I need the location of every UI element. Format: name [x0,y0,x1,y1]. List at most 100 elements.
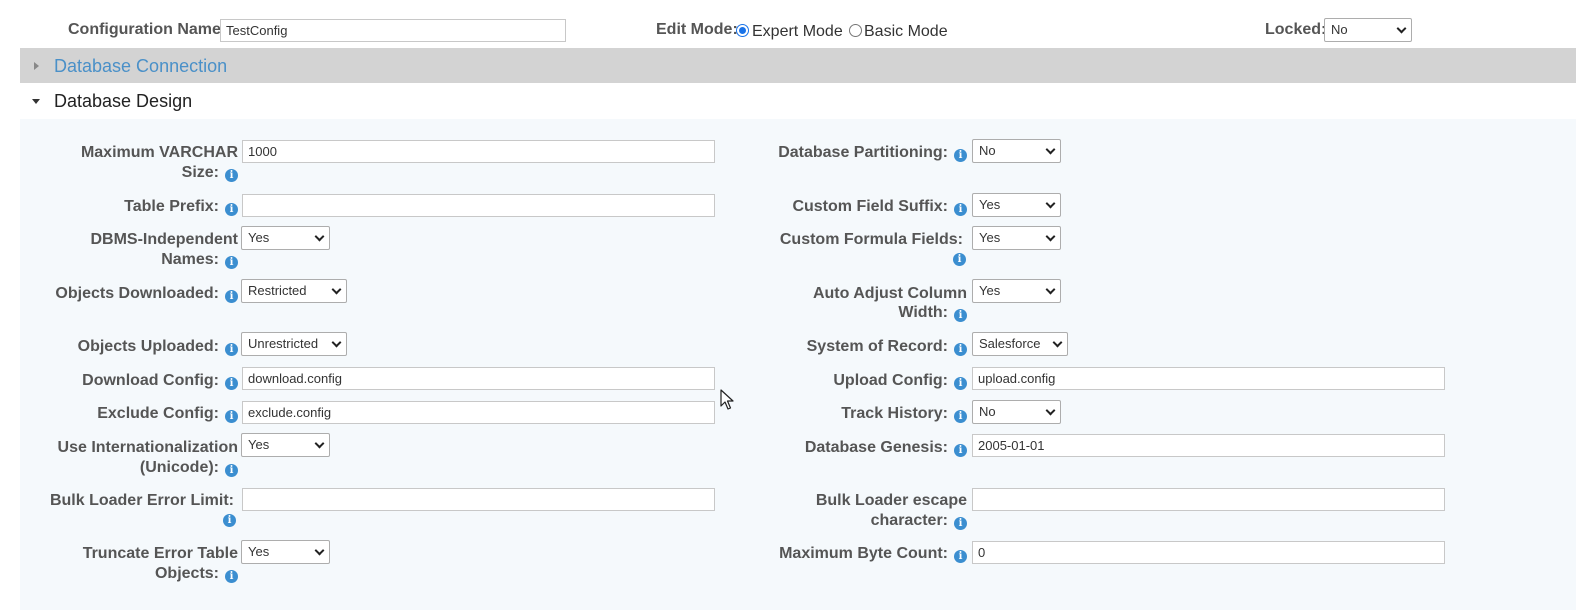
dbms-names-label: DBMS-Independent [90,230,238,250]
info-icon[interactable]: i [954,309,967,322]
bulk-error-limit-label-text: Bulk Loader Error Limit: [49,492,234,509]
section-database-connection-title[interactable]: Database Connection [54,56,227,77]
custom-formula-select[interactable]: Yes [972,226,1061,250]
dbms-names-label-line2-wrap: Names: i [161,250,238,270]
locked-select-value: No [1331,22,1348,37]
custom-field-suffix-label-text: Custom Field Suffix: [792,198,948,215]
internationalization-select-value: Yes [248,437,270,452]
config-name-input[interactable]: TestConfig [220,19,566,42]
upload-config-label-text: Upload Config: [833,372,948,389]
objects-uploaded-select[interactable]: Unrestricted [241,332,347,356]
expert-mode-label[interactable]: Expert Mode [752,23,843,41]
bulk-escape-input[interactable] [972,488,1445,511]
truncate-error-label-line2-wrap: Objects: i [155,564,238,584]
basic-mode-radio[interactable] [849,24,862,37]
section-database-design-title[interactable]: Database Design [54,91,192,112]
info-icon[interactable]: i [954,149,967,162]
info-icon[interactable]: i [954,343,967,356]
db-genesis-label-text: Database Genesis: [804,439,948,456]
edit-mode-label: Edit Mode: [656,21,738,38]
max-byte-count-label-text: Maximum Byte Count: [779,545,948,562]
section-database-design[interactable]: Database Design [20,83,1576,119]
info-icon[interactable]: i [225,343,238,356]
info-icon[interactable]: i [225,256,238,269]
bulk-error-limit-input[interactable] [242,488,715,511]
info-icon[interactable]: i [954,377,967,390]
info-icon[interactable]: i [225,410,238,423]
caret-right-icon [34,62,39,70]
track-history-select[interactable]: No [972,400,1061,424]
chevron-down-icon [331,337,342,348]
system-of-record-select-value: Salesforce [979,336,1041,351]
db-partitioning-select[interactable]: No [972,139,1061,163]
custom-formula-label: Custom Formula Fields: [780,230,963,250]
table-prefix-label-text: Table Prefix: [124,198,219,215]
auto-adjust-select[interactable]: Yes [972,279,1061,303]
locked-select[interactable]: No [1324,18,1412,42]
section-database-connection[interactable]: Database Connection [20,48,1576,83]
info-icon[interactable]: i [953,253,966,266]
table-prefix-input[interactable] [242,194,715,217]
internationalization-label-line2-wrap: (Unicode): i [140,458,238,478]
system-of-record-label-text: System of Record: [806,338,948,355]
download-config-input[interactable]: download.config [242,367,715,390]
max-varchar-input[interactable]: 1000 [242,140,715,163]
info-icon[interactable]: i [954,444,967,457]
chevron-down-icon [331,284,342,295]
info-icon[interactable]: i [225,464,238,477]
internationalization-label-line1: Use Internationalization [57,439,238,456]
info-icon[interactable]: i [954,517,967,530]
chevron-down-icon [314,438,325,449]
info-icon[interactable]: i [225,203,238,216]
locked-label: Locked: [1265,21,1327,38]
auto-adjust-label: Auto Adjust Column [813,284,967,304]
info-icon[interactable]: i [954,203,967,216]
track-history-select-value: No [979,404,996,419]
truncate-error-label-line1: Truncate Error Table [82,545,238,562]
chevron-down-icon [1045,284,1056,295]
exclude-config-input[interactable]: exclude.config [242,401,715,424]
truncate-error-label: Truncate Error Table [83,544,238,564]
upload-config-input[interactable]: upload.config [972,367,1445,390]
truncate-error-select[interactable]: Yes [241,540,330,564]
system-of-record-select[interactable]: Salesforce [972,332,1068,356]
chevron-down-icon [1045,198,1056,209]
auto-adjust-label-line2: Width: [898,304,948,321]
auto-adjust-label-line1: Auto Adjust Column [812,285,967,302]
basic-mode-label[interactable]: Basic Mode [864,23,948,41]
info-icon[interactable]: i [954,410,967,423]
track-history-label: Track History: i [841,404,967,424]
max-varchar-label-line2: Size: [181,164,219,181]
custom-formula-label-text: Custom Formula Fields: [779,231,963,248]
database-design-panel [20,119,1576,610]
custom-field-suffix-label: Custom Field Suffix: i [792,197,967,217]
objects-downloaded-select-value: Restricted [248,283,307,298]
db-genesis-input[interactable]: 2005-01-01 [972,434,1445,457]
custom-formula-select-value: Yes [979,230,1001,245]
max-byte-count-label: Maximum Byte Count: i [779,544,967,564]
table-prefix-label: Table Prefix: i [124,197,238,217]
max-byte-count-input[interactable]: 0 [972,541,1445,564]
custom-field-suffix-select-value: Yes [979,197,1001,212]
truncate-error-select-value: Yes [248,544,270,559]
custom-field-suffix-select[interactable]: Yes [972,193,1061,217]
expert-mode-radio[interactable] [736,24,749,37]
objects-uploaded-label: Objects Uploaded: i [78,337,238,357]
config-name-label: Configuration Name: [68,21,227,38]
track-history-label-text: Track History: [841,405,948,422]
dbms-names-select[interactable]: Yes [241,226,330,250]
max-varchar-label: Maximum VARCHAR [81,143,238,163]
dbms-names-label-line2: Names: [161,251,219,268]
info-icon[interactable]: i [225,570,238,583]
info-icon[interactable]: i [225,377,238,390]
chevron-down-icon [1045,405,1056,416]
dbms-names-select-value: Yes [248,230,270,245]
bulk-escape-label: Bulk Loader escape [816,491,967,511]
info-icon[interactable]: i [223,514,236,527]
info-icon[interactable]: i [225,169,238,182]
internationalization-select[interactable]: Yes [241,433,330,457]
objects-downloaded-select[interactable]: Restricted [241,279,347,303]
info-icon[interactable]: i [954,550,967,563]
bulk-escape-label-line2-wrap: character: i [871,511,967,531]
info-icon[interactable]: i [225,290,238,303]
